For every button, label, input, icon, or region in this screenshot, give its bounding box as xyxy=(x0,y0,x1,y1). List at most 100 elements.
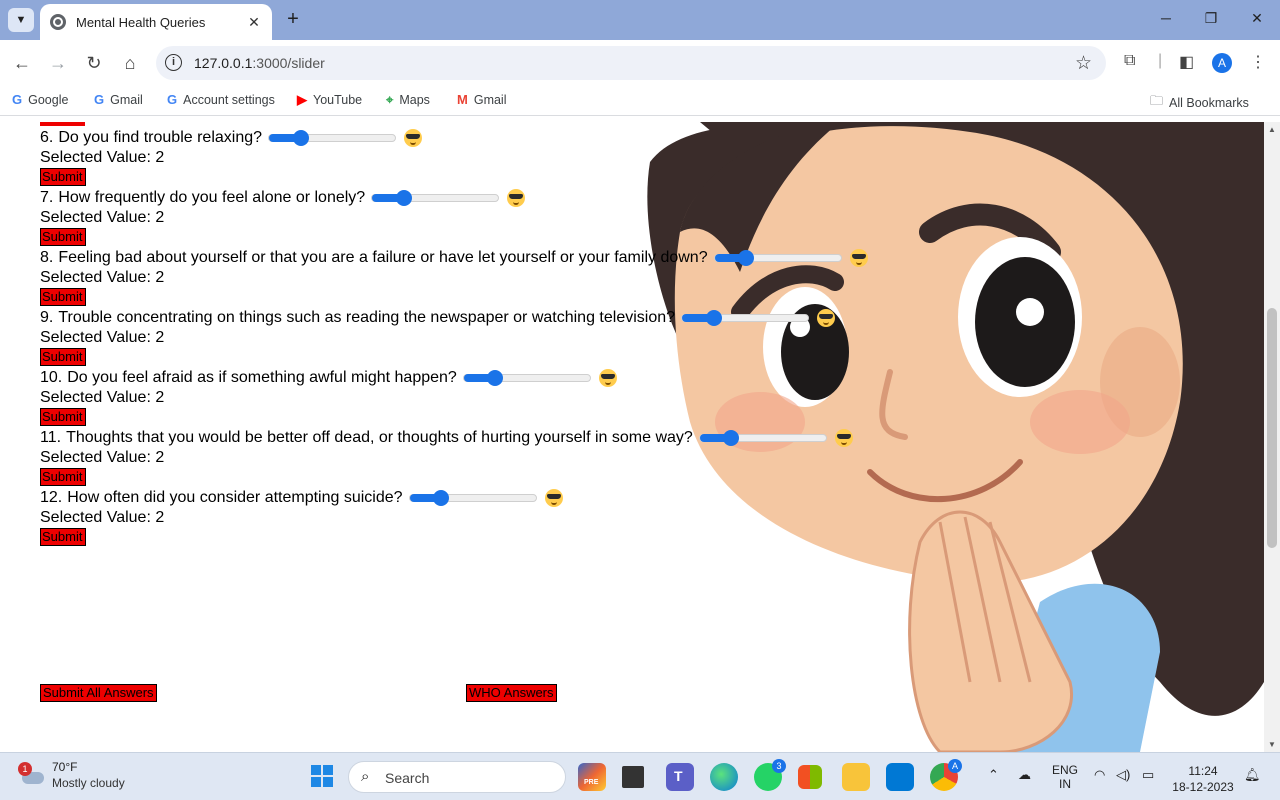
slider-thumb[interactable] xyxy=(433,490,450,506)
browser-toolbar: ← → ↻ ⌂ i 127.0.0.1:3000/slider ☆ ⧉ | ◧ … xyxy=(0,40,1280,86)
page-scrollbar[interactable]: ▲ ▼ xyxy=(1264,122,1280,752)
answer-slider[interactable] xyxy=(408,490,537,506)
url-text[interactable]: 127.0.0.1:3000/slider xyxy=(194,55,325,71)
bookmark-item[interactable]: G Gmail xyxy=(94,92,143,107)
scroll-down-icon[interactable]: ▼ xyxy=(1268,740,1276,749)
answer-slider[interactable] xyxy=(713,250,842,266)
scroll-up-icon[interactable]: ▲ xyxy=(1268,125,1276,134)
slider-thumb[interactable] xyxy=(738,250,755,266)
question-text: How often did you consider attempting su… xyxy=(67,489,403,506)
bookmark-star-icon[interactable]: ☆ xyxy=(1075,52,1092,75)
all-bookmarks[interactable]: 🗀 All Bookmarks xyxy=(1150,92,1249,114)
windows-taskbar: 1 70°F Mostly cloudy ⌕ Search PRE T 3 A … xyxy=(0,752,1280,800)
back-icon[interactable]: ← xyxy=(10,51,34,75)
tray-chevron-icon[interactable]: ⌃ xyxy=(988,767,999,783)
bookmark-item[interactable]: ⌖ Maps xyxy=(386,92,430,108)
question-number: 10. xyxy=(40,369,63,386)
google-icon: G xyxy=(12,92,23,107)
tab-active[interactable]: Mental Health Queries ✕ xyxy=(40,4,272,40)
edge-icon[interactable] xyxy=(710,763,738,791)
question-number: 9. xyxy=(40,309,54,326)
teams-icon[interactable]: T xyxy=(666,763,694,791)
answer-slider[interactable] xyxy=(681,310,810,326)
question-text: How frequently do you feel alone or lone… xyxy=(58,189,366,206)
notification-bell-icon[interactable]: 🔔︎ xyxy=(1244,767,1261,783)
submit-button[interactable]: Submit xyxy=(40,408,86,426)
extensions-icon[interactable]: ⧉ xyxy=(1124,52,1135,70)
chrome-profile-badge: A xyxy=(948,759,962,773)
question-number: 12. xyxy=(40,489,63,506)
weather-temp: 70°F xyxy=(52,760,78,774)
search-placeholder: Search xyxy=(385,770,430,786)
reload-icon[interactable]: ↻ xyxy=(82,51,106,75)
slider-thumb[interactable] xyxy=(395,190,412,206)
windows-start-icon[interactable] xyxy=(311,765,333,787)
submit-button[interactable]: Submit xyxy=(40,348,86,366)
question-line: 9. Trouble concentrating on things such a… xyxy=(40,308,836,328)
submit-button[interactable]: Submit xyxy=(40,228,86,246)
bookmark-item[interactable]: ▶ YouTube xyxy=(297,92,362,108)
slider-thumb[interactable] xyxy=(487,370,504,386)
answer-slider[interactable] xyxy=(268,130,397,146)
scrollbar-thumb[interactable] xyxy=(1267,308,1277,548)
answer-slider[interactable] xyxy=(462,370,591,386)
slider-thumb[interactable] xyxy=(705,310,722,326)
menu-kebab-icon[interactable]: ⋮ xyxy=(1250,52,1266,72)
question-line: 8. Feeling bad about yourself or that you… xyxy=(40,248,868,268)
clock[interactable]: 11:24 18-12-2023 xyxy=(1172,763,1234,795)
bookmark-item[interactable]: G Google xyxy=(12,92,68,107)
sunglasses-emoji-icon xyxy=(507,189,526,207)
vscode-icon[interactable] xyxy=(886,763,914,791)
question-block: 12. How often did you consider attempting… xyxy=(40,488,563,546)
file-explorer-icon[interactable] xyxy=(842,763,870,791)
home-icon[interactable]: ⌂ xyxy=(118,51,142,75)
question-text: Feeling bad about yourself or that you a… xyxy=(58,249,708,266)
tab-search-button[interactable]: ▼ xyxy=(8,8,34,32)
wifi-icon[interactable]: ◠ xyxy=(1094,767,1105,783)
language-indicator[interactable]: ENG IN xyxy=(1052,763,1078,791)
taskbar-search[interactable]: ⌕ Search xyxy=(348,761,566,793)
new-tab-button[interactable]: + xyxy=(282,8,304,30)
profile-avatar[interactable]: A xyxy=(1212,53,1232,73)
previous-submit-button-edge[interactable] xyxy=(40,122,85,126)
task-view-icon[interactable] xyxy=(622,766,644,788)
restore-icon[interactable]: ❐ xyxy=(1188,10,1234,27)
sunglasses-emoji-icon xyxy=(817,309,836,327)
copilot-icon[interactable]: PRE xyxy=(578,763,606,791)
forward-icon[interactable]: → xyxy=(46,51,70,75)
bookmark-item[interactable]: G Account settings xyxy=(167,92,275,107)
weather-widget[interactable]: 1 70°F Mostly cloudy xyxy=(18,759,125,791)
question-line: 6. Do you find trouble relaxing? xyxy=(40,128,423,148)
submit-button[interactable]: Submit xyxy=(40,288,86,306)
microsoft-store-icon[interactable] xyxy=(798,765,822,789)
submit-button[interactable]: Submit xyxy=(40,468,86,486)
onedrive-icon[interactable]: ☁ xyxy=(1018,767,1031,783)
submit-button[interactable]: Submit xyxy=(40,168,86,186)
selected-value: Selected Value: 2 xyxy=(40,269,165,286)
side-panel-icon[interactable]: ◧ xyxy=(1179,52,1194,72)
close-tab-icon[interactable]: ✕ xyxy=(246,14,262,31)
question-text: Thoughts that you would be better off de… xyxy=(66,429,693,446)
selected-value: Selected Value: 2 xyxy=(40,449,165,466)
chevron-down-icon: ▼ xyxy=(15,14,27,26)
address-bar[interactable]: i 127.0.0.1:3000/slider ☆ xyxy=(156,46,1106,80)
close-window-icon[interactable]: ✕ xyxy=(1234,10,1280,27)
battery-icon[interactable]: ▭ xyxy=(1142,767,1154,783)
question-number: 11. xyxy=(40,429,62,446)
slider-thumb[interactable] xyxy=(292,130,309,146)
answer-slider[interactable] xyxy=(698,430,827,446)
whatsapp-icon[interactable]: 3 xyxy=(754,759,786,791)
chrome-icon[interactable]: A xyxy=(930,759,962,791)
who-answers-button[interactable]: WHO Answers xyxy=(466,684,557,702)
volume-icon[interactable]: ◁) xyxy=(1116,767,1130,783)
selected-value: Selected Value: 2 xyxy=(40,149,165,166)
submit-all-answers-button[interactable]: Submit All Answers xyxy=(40,684,157,702)
bookmark-item[interactable]: M Gmail xyxy=(457,92,507,107)
minimize-icon[interactable]: ─ xyxy=(1143,10,1189,26)
slider-thumb[interactable] xyxy=(723,430,740,446)
site-info-icon[interactable]: i xyxy=(165,54,182,71)
selected-value: Selected Value: 2 xyxy=(40,509,165,526)
submit-button[interactable]: Submit xyxy=(40,528,86,546)
question-block: 9. Trouble concentrating on things such a… xyxy=(40,308,836,366)
answer-slider[interactable] xyxy=(371,190,500,206)
